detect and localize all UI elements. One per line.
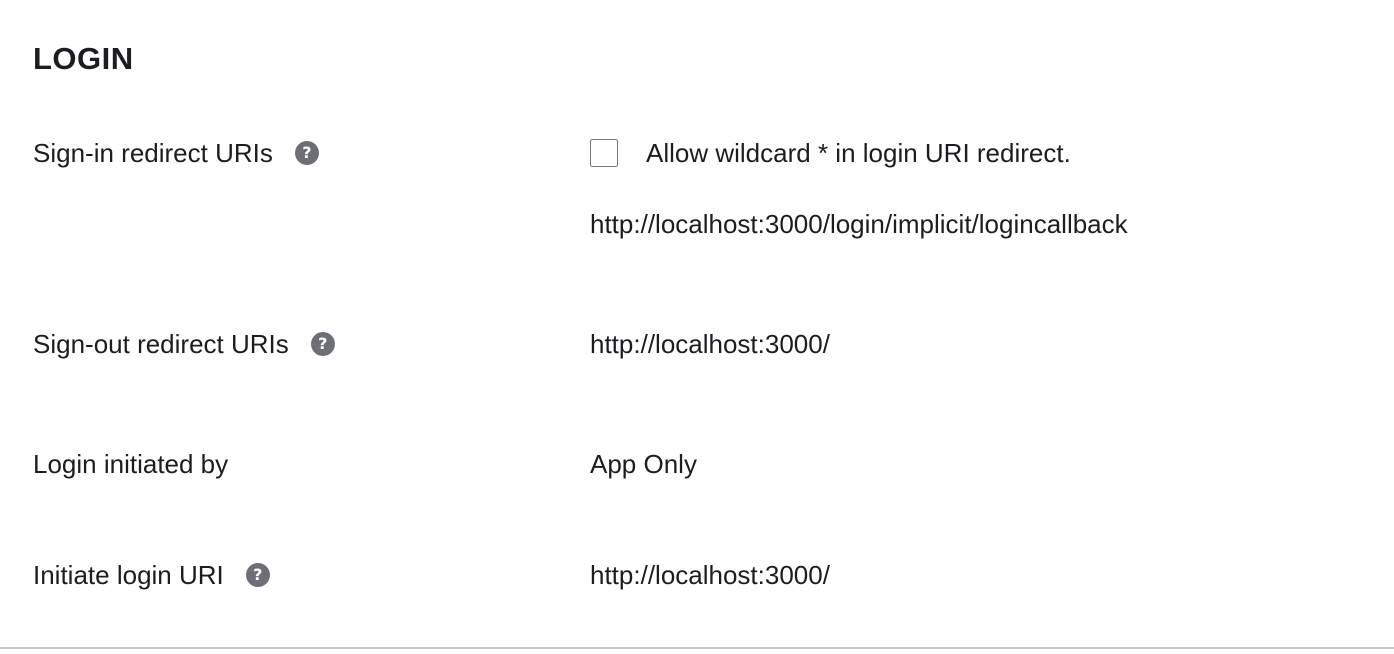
sign-in-redirect-label: Sign-in redirect URIs bbox=[33, 138, 273, 168]
initiate-login-label-row: Initiate login URI ? bbox=[33, 559, 270, 591]
section-title: LOGIN bbox=[33, 41, 134, 76]
login-initiated-label: Login initiated by bbox=[33, 449, 229, 479]
wildcard-checkbox-row[interactable]: Allow wildcard * in login URI redirect. bbox=[590, 137, 1071, 169]
help-icon[interactable]: ? bbox=[294, 141, 319, 165]
login-settings-panel: LOGIN Sign-in redirect URIs ? Allow wild… bbox=[0, 0, 1394, 654]
initiate-login-label: Initiate login URI bbox=[33, 560, 224, 590]
sign-out-redirect-uri: http://localhost:3000/ bbox=[590, 329, 830, 359]
help-icon[interactable]: ? bbox=[245, 563, 270, 587]
login-initiated-label-row: Login initiated by bbox=[33, 448, 228, 480]
wildcard-checkbox[interactable] bbox=[590, 139, 618, 167]
sign-out-redirect-label-row: Sign-out redirect URIs ? bbox=[33, 328, 335, 360]
help-icon[interactable]: ? bbox=[310, 332, 335, 356]
initiate-login-uri: http://localhost:3000/ bbox=[590, 560, 830, 590]
sign-out-redirect-label: Sign-out redirect URIs bbox=[33, 329, 289, 359]
sign-in-redirect-label-row: Sign-in redirect URIs ? bbox=[33, 137, 319, 169]
section-divider bbox=[0, 647, 1394, 649]
wildcard-checkbox-label[interactable]: Allow wildcard * in login URI redirect. bbox=[646, 137, 1071, 169]
login-initiated-value: App Only bbox=[590, 449, 697, 479]
sign-in-redirect-uri: http://localhost:3000/login/implicit/log… bbox=[590, 209, 1128, 239]
